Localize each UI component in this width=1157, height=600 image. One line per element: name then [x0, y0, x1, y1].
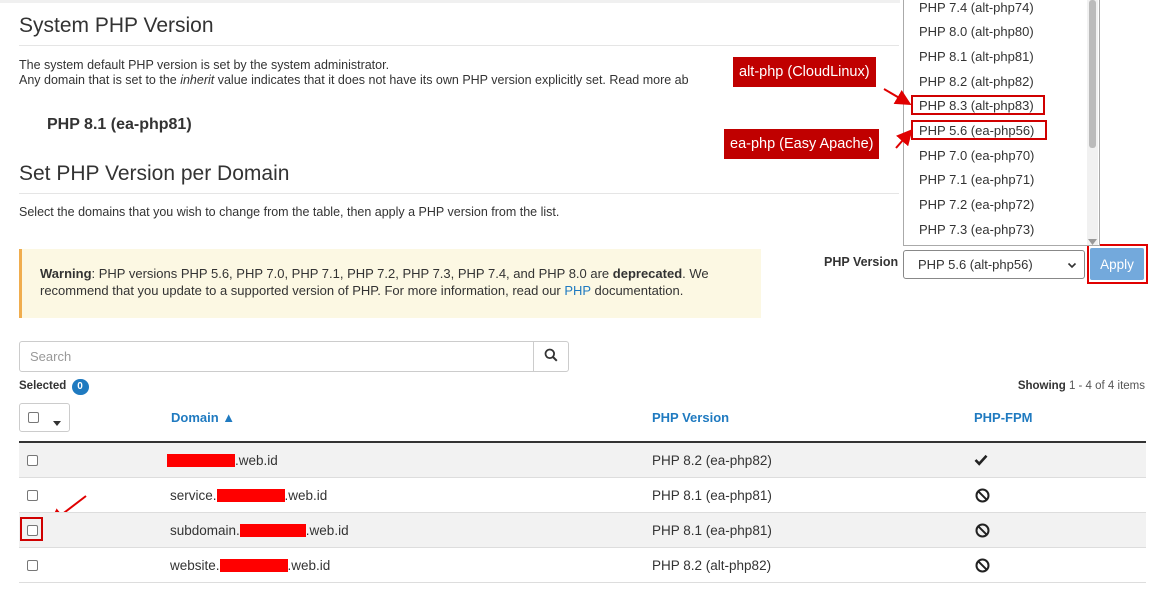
domain-column-header[interactable]: Domain ▲ [171, 410, 235, 425]
redacted-text [239, 524, 306, 537]
table-row[interactable]: .web.id PHP 8.2 (ea-php82) [19, 443, 1146, 478]
arrow-to-alt-php83 [883, 88, 912, 106]
php-version-cell: PHP 8.2 (alt-php82) [652, 558, 772, 573]
ban-icon [975, 523, 990, 541]
redacted-text [219, 559, 288, 572]
redacted-text [167, 454, 235, 467]
domain-cell: website. .web.id [170, 558, 331, 573]
search-icon [544, 348, 558, 365]
table-row[interactable]: service. .web.id PHP 8.1 (ea-php81) [19, 478, 1146, 513]
table-row[interactable]: website. .web.id PHP 8.2 (alt-php82) [19, 548, 1146, 583]
php-version-cell: PHP 8.1 (ea-php81) [652, 523, 772, 538]
bulk-select-dropdown[interactable] [19, 403, 70, 432]
arrow-to-ea-php56 [895, 128, 913, 149]
ban-icon [975, 488, 990, 506]
row-checkbox[interactable] [27, 490, 38, 501]
row-checkbox[interactable] [27, 560, 38, 571]
table-row[interactable]: subdomain. .web.id PHP 8.1 (ea-php81) [19, 513, 1146, 548]
ban-icon [975, 558, 990, 576]
php-version-cell: PHP 8.2 (ea-php82) [652, 453, 772, 468]
domain-cell: service. .web.id [170, 488, 328, 503]
checkbox-highlight-box [20, 517, 43, 541]
selected-count-badge: 0 [71, 379, 89, 395]
domain-cell: .web.id [167, 453, 278, 468]
search-button[interactable] [533, 341, 569, 372]
select-all-checkbox[interactable] [28, 412, 39, 423]
php-fpm-column-header: PHP-FPM [974, 410, 1033, 425]
domain-cell: subdomain. .web.id [170, 523, 349, 538]
selected-count: Selected 0 [19, 379, 89, 395]
caret-down-icon [53, 415, 61, 430]
redacted-text [216, 489, 285, 502]
search-input[interactable]: Search [19, 341, 534, 372]
paging-info: Showing 1 - 4 of 4 items [1017, 380, 1145, 392]
php-version-column-header: PHP Version [652, 410, 730, 425]
row-checkbox[interactable] [27, 455, 38, 466]
checkmark-icon [974, 454, 988, 469]
php-version-cell: PHP 8.1 (ea-php81) [652, 488, 772, 503]
